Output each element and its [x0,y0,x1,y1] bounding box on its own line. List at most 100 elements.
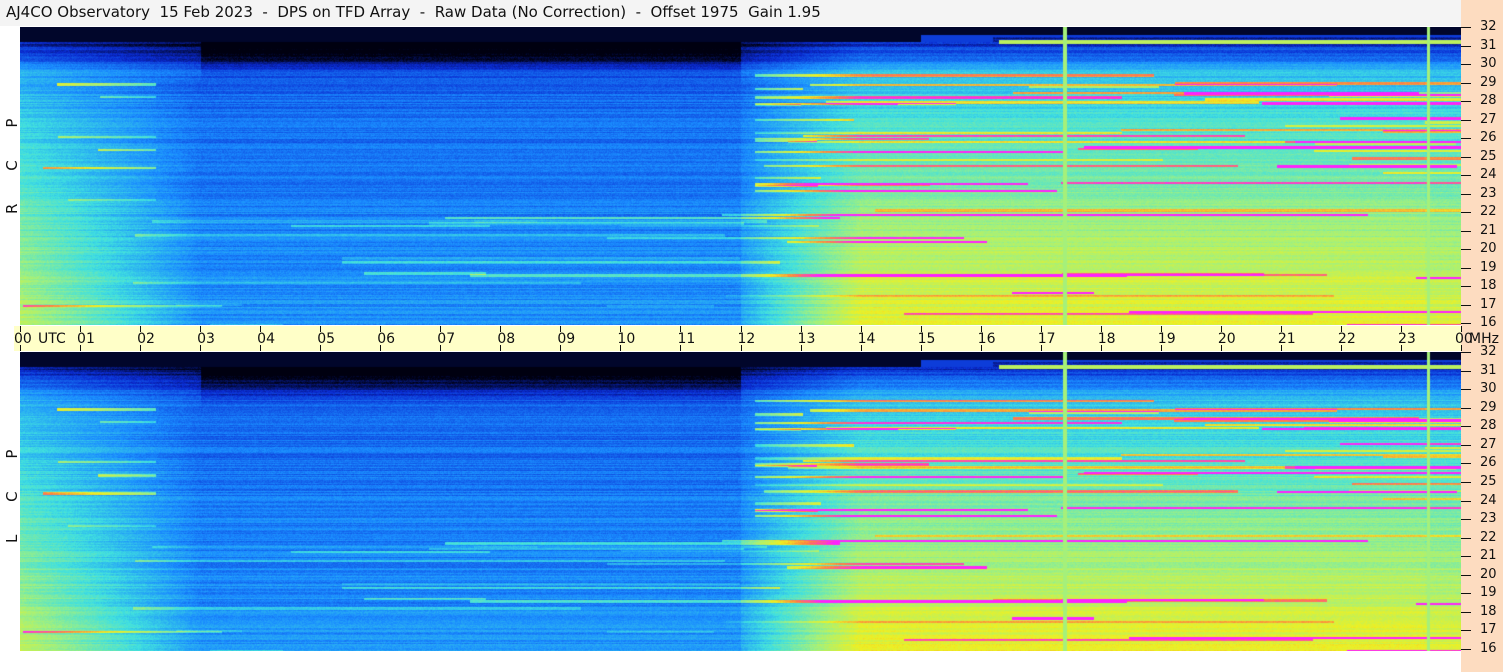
freq-tick [1461,230,1471,232]
freq-tick [1461,82,1471,84]
freq-tick-label: 28 [1480,418,1497,434]
time-tick [800,345,802,351]
time-tick [560,326,562,332]
time-tick [980,326,982,332]
freq-tick-label: 23 [1480,511,1497,527]
time-tick [680,326,682,332]
freq-tick [1461,101,1471,102]
time-tick [1461,345,1462,351]
time-tick [1280,326,1282,332]
time-tick [200,326,202,332]
time-tick [1160,326,1162,332]
panel-label-rcp: R C P [3,104,21,214]
freq-tick-label: 18 [1480,278,1497,293]
freq-tick [1461,212,1471,213]
freq-tick-label: 22 [1480,204,1497,219]
time-tick [80,345,82,351]
freq-tick [1461,444,1471,446]
freq-tick [1461,500,1471,502]
freq-tick [1461,249,1471,250]
freq-tick [1461,556,1471,558]
freq-tick-label: 21 [1480,548,1497,564]
time-tick [620,326,622,332]
time-tick [1220,326,1222,332]
freq-tick-label: 31 [1480,37,1497,53]
freq-tick-label: 25 [1480,148,1497,164]
time-tick [1040,326,1042,332]
time-tick [440,345,442,351]
freq-tick [1461,611,1471,613]
freq-tick-label: 29 [1480,399,1497,415]
freq-tick-label: 30 [1480,381,1497,397]
time-tick [80,326,82,332]
spectrogram-lcp [20,352,1461,651]
freq-tick [1461,193,1471,195]
time-tick [260,326,262,332]
time-tick [1220,345,1222,351]
time-tick [1340,326,1342,332]
time-tick [140,326,142,332]
panel-label-lcp: L C P [3,435,21,543]
freq-tick [1461,407,1471,409]
time-tick [320,345,322,351]
time-tick [1461,326,1462,332]
freq-tick [1461,267,1471,269]
freq-tick [1461,352,1471,353]
time-tick [1400,345,1402,351]
freq-tick [1461,649,1471,650]
time-tick [200,345,202,351]
freq-tick [1461,64,1471,65]
freq-tick [1461,426,1471,428]
freq-tick [1461,537,1471,539]
freq-tick-label: 32 [1480,344,1497,359]
freq-tick [1461,630,1471,632]
freq-tick-label: 19 [1480,259,1497,275]
time-tick [380,345,382,351]
freq-tick-label: 20 [1480,241,1497,256]
time-tick-label: 00 [14,331,32,347]
freq-tick-label: 31 [1480,362,1497,378]
time-tick [1100,345,1102,351]
time-tick [500,326,502,332]
time-tick [1400,326,1402,332]
time-tick [980,345,982,351]
freq-tick [1461,593,1471,595]
freq-tick [1461,156,1471,158]
time-tick [1160,345,1162,351]
time-tick [560,345,562,351]
freq-tick [1461,138,1471,139]
freq-tick [1461,389,1471,391]
freq-tick-label: 20 [1480,566,1497,582]
freq-tick-label: 17 [1480,296,1497,312]
freq-tick-label: 21 [1480,222,1497,238]
time-tick [740,345,742,351]
time-tick [920,345,922,351]
time-tick [20,326,21,332]
time-tick [20,345,21,351]
freq-tick-label: 24 [1480,492,1497,508]
freq-tick [1461,45,1471,47]
chart-title: AJ4CO Observatory 15 Feb 2023 - DPS on T… [6,3,821,21]
time-tick [860,326,862,332]
time-tick [440,326,442,332]
freq-tick-label: 16 [1480,315,1497,330]
freq-tick-label: 27 [1480,436,1497,452]
time-tick [320,326,322,332]
time-tick [620,345,622,351]
freq-tick [1461,323,1471,324]
freq-tick [1461,370,1471,372]
time-tick [500,345,502,351]
utc-label: UTC [38,331,66,347]
time-tick [740,326,742,332]
freq-tick-label: 25 [1480,473,1497,489]
freq-tick [1461,574,1471,576]
time-tick [860,345,862,351]
time-tick [1100,326,1102,332]
freq-tick [1461,463,1471,465]
spectrogram-rcp [20,27,1461,325]
time-tick [380,326,382,332]
freq-tick-label: 30 [1480,56,1497,71]
time-tick [680,345,682,351]
freq-tick [1461,519,1471,521]
freq-tick-label: 17 [1480,622,1497,638]
